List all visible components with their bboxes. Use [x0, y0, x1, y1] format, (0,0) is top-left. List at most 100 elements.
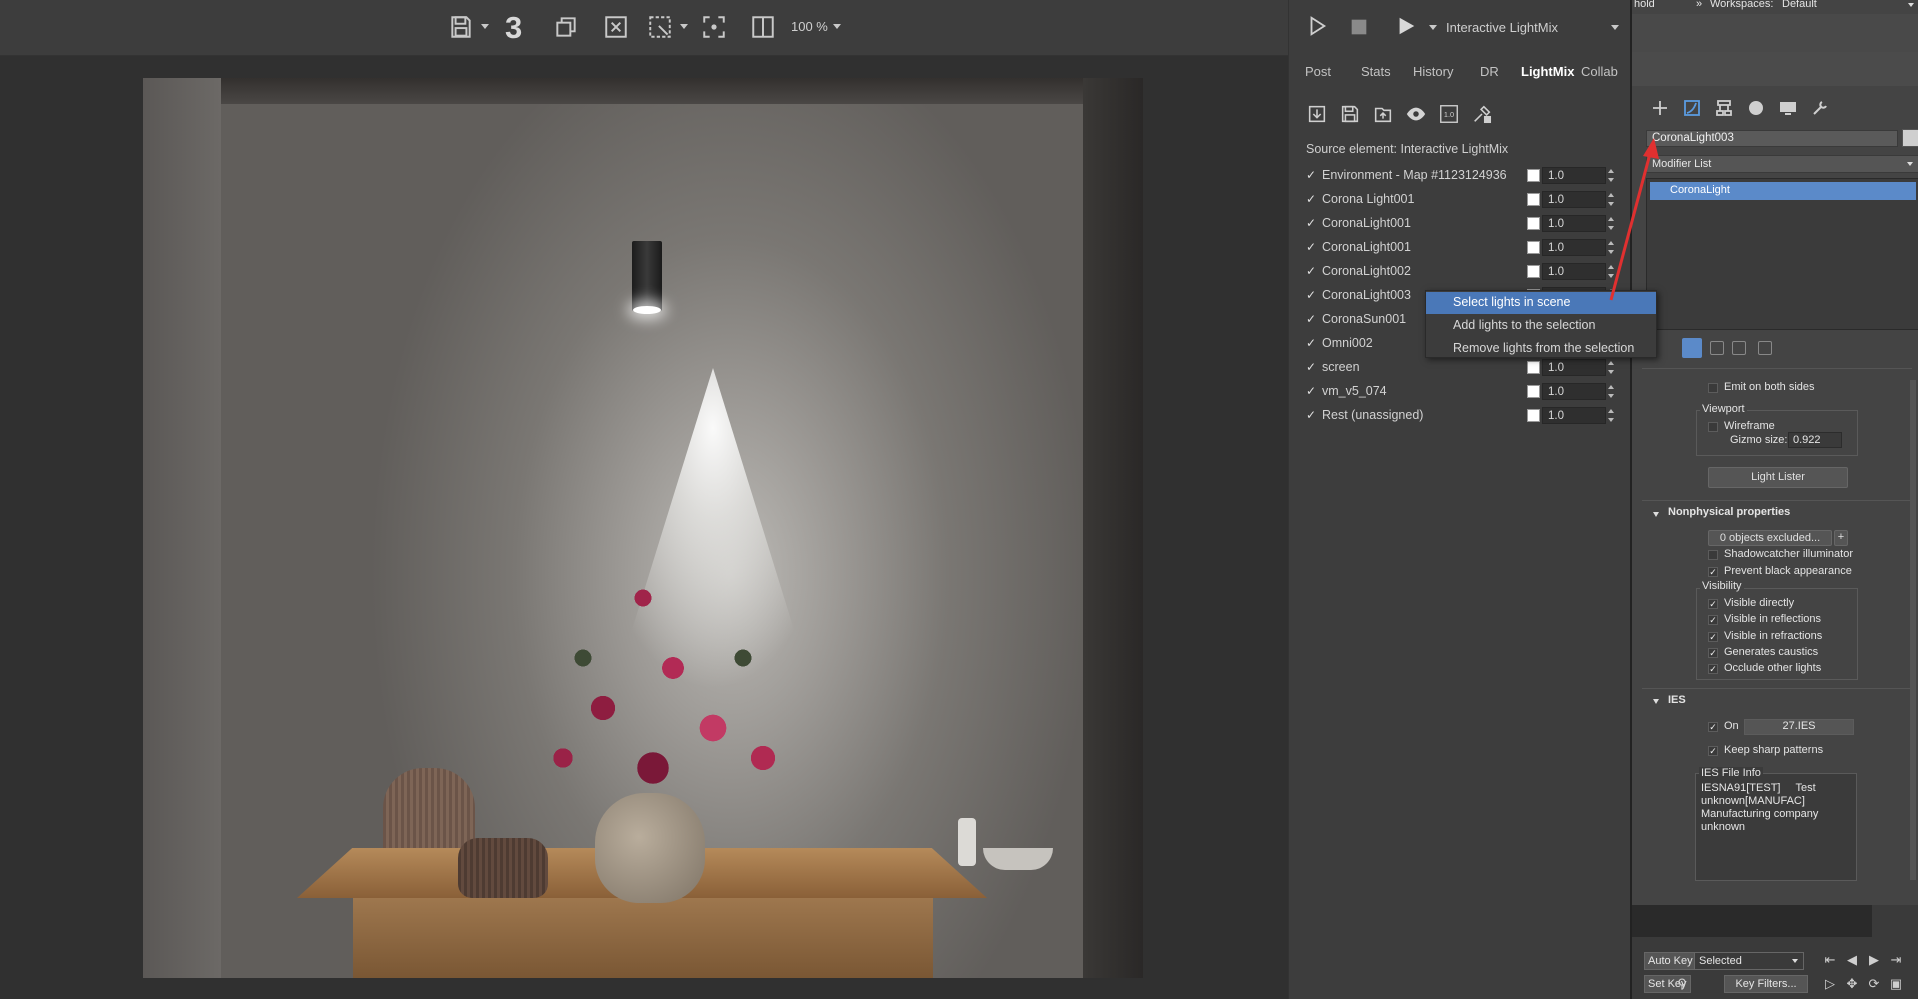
lightmix-enable-checkbox[interactable]: ✓ [1306, 169, 1318, 181]
lightmix-enable-checkbox[interactable]: ✓ [1306, 409, 1318, 421]
tab-history[interactable]: History [1413, 64, 1453, 79]
lightmix-intensity-spinner[interactable] [1608, 167, 1616, 184]
lightmix-intensity-spinner[interactable] [1608, 191, 1616, 208]
render-mode-label[interactable]: Interactive LightMix [1446, 20, 1558, 35]
visible-directly-checkbox[interactable]: ✓ [1708, 599, 1718, 609]
lightmix-intensity-spinner[interactable] [1608, 383, 1616, 400]
focus-icon[interactable] [699, 12, 729, 42]
lightmix-enable-checkbox[interactable]: ✓ [1306, 241, 1318, 253]
eyedropper-icon[interactable] [1471, 103, 1493, 125]
lightmix-intensity-spinner[interactable] [1608, 359, 1616, 376]
workspaces-arrow-icon[interactable]: » [1696, 0, 1702, 10]
play-animation-icon[interactable]: ▶ [1866, 952, 1882, 968]
clear-icon[interactable] [601, 12, 631, 42]
visible-refractions-checkbox[interactable]: ✓ [1708, 632, 1718, 642]
modifier-list-dropdown[interactable]: Modifier List [1646, 155, 1918, 173]
lightmix-intensity-spinner[interactable] [1608, 407, 1616, 424]
object-name-input[interactable]: CoronaLight003 [1646, 130, 1898, 147]
lightmix-row[interactable]: ✓ Rest (unassigned) 1.0 [1306, 406, 1616, 426]
collapse-nonphysical-icon[interactable] [1653, 512, 1659, 517]
menu-item-select-lights[interactable]: Select lights in scene [1426, 292, 1656, 314]
occlude-lights-checkbox[interactable]: ✓ [1708, 664, 1718, 674]
show-end-result-icon[interactable] [1710, 341, 1724, 355]
region-dropdown-caret[interactable] [680, 24, 688, 30]
lightmix-intensity-input[interactable]: 1.0 [1542, 407, 1606, 424]
region-select-icon[interactable] [645, 12, 675, 42]
shadowcatcher-checkbox[interactable] [1708, 550, 1718, 560]
save-icon[interactable] [446, 12, 476, 42]
objects-excluded-button[interactable]: 0 objects excluded... [1708, 530, 1832, 546]
interactive-play-icon[interactable] [1395, 15, 1417, 37]
lightmix-color-swatch[interactable] [1527, 385, 1540, 398]
lightmix-intensity-input[interactable]: 1.0 [1542, 215, 1606, 232]
go-to-start-icon[interactable]: ⇤ [1822, 952, 1838, 968]
ies-on-checkbox[interactable]: ✓ [1708, 722, 1718, 732]
lightmix-enable-checkbox[interactable]: ✓ [1306, 265, 1318, 277]
orbit-viewport-icon[interactable]: ⟳ [1866, 976, 1882, 992]
compare-icon[interactable] [748, 12, 778, 42]
lightmix-row[interactable]: ✓ Environment - Map #1123124936 1.0 [1306, 166, 1616, 186]
modify-icon[interactable] [1682, 98, 1702, 118]
zoom-dropdown-caret[interactable] [833, 24, 841, 30]
tab-lightmix[interactable]: LightMix [1521, 64, 1574, 79]
render-number-label[interactable]: 3 [505, 10, 522, 46]
workspace-caret[interactable] [1908, 3, 1914, 7]
side-panel-caret[interactable] [1611, 25, 1619, 31]
lightmix-row[interactable]: ✓ CoronaLight001 1.0 [1306, 238, 1616, 258]
reset-values-icon[interactable]: 1.0 [1438, 103, 1460, 125]
lightmix-intensity-spinner[interactable] [1608, 263, 1616, 280]
lightmix-color-swatch[interactable] [1527, 193, 1540, 206]
visible-reflections-checkbox[interactable]: ✓ [1708, 615, 1718, 625]
lightmix-color-swatch[interactable] [1527, 265, 1540, 278]
collapse-ies-icon[interactable] [1653, 699, 1659, 704]
maximize-viewport-icon[interactable]: ▣ [1888, 976, 1904, 992]
auto-key-button[interactable]: Auto Key [1644, 952, 1697, 970]
pan-viewport-icon[interactable]: ✥ [1844, 976, 1860, 992]
tab-post[interactable]: Post [1305, 64, 1331, 79]
export-icon[interactable] [1372, 103, 1394, 125]
prevent-black-checkbox[interactable]: ✓ [1708, 567, 1718, 577]
lightmix-intensity-spinner[interactable] [1608, 239, 1616, 256]
create-plus-icon[interactable] [1650, 98, 1670, 118]
key-filters-button[interactable]: Key Filters... [1724, 975, 1808, 993]
configure-sets-icon[interactable] [1758, 341, 1772, 355]
time-slider[interactable] [1632, 905, 1872, 937]
generates-caustics-checkbox[interactable]: ✓ [1708, 648, 1718, 658]
keep-sharp-checkbox[interactable]: ✓ [1708, 746, 1718, 756]
utilities-wrench-icon[interactable] [1810, 98, 1830, 118]
lightmix-row[interactable]: ✓ Corona Light001 1.0 [1306, 190, 1616, 210]
save-dropdown-caret[interactable] [481, 24, 489, 30]
workspace-dropdown[interactable]: Default [1782, 0, 1817, 10]
ies-rollout-title[interactable]: IES [1668, 694, 1686, 706]
menu-item-add-lights[interactable]: Add lights to the selection [1426, 315, 1656, 337]
lightmix-enable-checkbox[interactable]: ✓ [1306, 361, 1318, 373]
tab-dr[interactable]: DR [1480, 64, 1499, 79]
lightmix-intensity-input[interactable]: 1.0 [1542, 239, 1606, 256]
import-icon[interactable] [1306, 103, 1328, 125]
wireframe-checkbox[interactable] [1708, 422, 1718, 432]
motion-icon[interactable] [1746, 98, 1766, 118]
lightmix-enable-checkbox[interactable]: ✓ [1306, 193, 1318, 205]
lightmix-enable-checkbox[interactable]: ✓ [1306, 385, 1318, 397]
lightmix-enable-checkbox[interactable]: ✓ [1306, 337, 1318, 349]
add-exclude-button[interactable]: + [1834, 530, 1848, 546]
lightmix-intensity-input[interactable]: 1.0 [1542, 359, 1606, 376]
nonphysical-rollout-title[interactable]: Nonphysical properties [1668, 506, 1790, 518]
eye-icon[interactable] [1405, 103, 1427, 125]
pin-stack-button[interactable] [1682, 338, 1702, 358]
lightmix-intensity-input[interactable]: 1.0 [1542, 383, 1606, 400]
menu-hold[interactable]: hold [1634, 0, 1655, 10]
display-icon[interactable] [1778, 98, 1798, 118]
copy-icon[interactable] [551, 12, 581, 42]
lightmix-enable-checkbox[interactable]: ✓ [1306, 289, 1318, 301]
lightmix-row[interactable]: ✓ CoronaLight001 1.0 [1306, 214, 1616, 234]
mode-dropdown-caret[interactable] [1429, 25, 1437, 31]
lightmix-intensity-input[interactable]: 1.0 [1542, 167, 1606, 184]
render-play-icon[interactable] [1306, 15, 1328, 37]
lightmix-intensity-spinner[interactable] [1608, 215, 1616, 232]
lightmix-color-swatch[interactable] [1527, 361, 1540, 374]
zoom-viewport-icon[interactable]: ▷ [1822, 976, 1838, 992]
lightmix-color-swatch[interactable] [1527, 409, 1540, 422]
lightmix-enable-checkbox[interactable]: ✓ [1306, 217, 1318, 229]
lightmix-color-swatch[interactable] [1527, 241, 1540, 254]
